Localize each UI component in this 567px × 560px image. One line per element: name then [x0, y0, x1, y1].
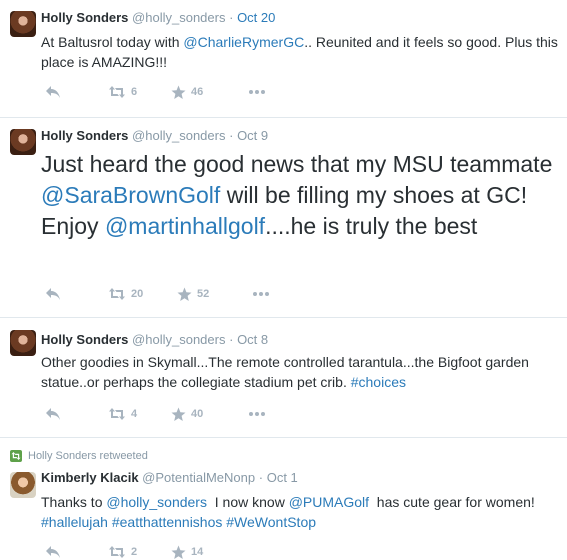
- author-name[interactable]: Holly Sonders: [41, 10, 128, 25]
- retweet-count: 20: [131, 288, 144, 300]
- separator: ·: [229, 10, 234, 25]
- retweet-icon: [109, 288, 125, 300]
- more-dots-icon: [249, 90, 265, 94]
- tweet-actions: 20 52: [41, 286, 301, 302]
- author-name[interactable]: Holly Sonders: [41, 128, 128, 143]
- reply-icon: [46, 288, 60, 300]
- hashtag-link[interactable]: #eatthattennishos: [112, 514, 223, 530]
- favorite-star-icon: [171, 407, 186, 421]
- favorite-count: 40: [191, 408, 204, 420]
- avatar[interactable]: [10, 11, 36, 37]
- tweet-actions: 2 14: [41, 544, 301, 560]
- hashtag-link[interactable]: #hallelujah: [41, 514, 108, 530]
- favorite-count: 52: [197, 288, 210, 300]
- favorite-count: 46: [191, 86, 204, 98]
- favorite-count: 14: [191, 546, 204, 558]
- more-button[interactable]: [252, 286, 270, 302]
- author-name[interactable]: Holly Sonders: [41, 332, 128, 347]
- reply-button[interactable]: [45, 84, 61, 100]
- separator: ·: [229, 332, 234, 347]
- tweet-timeline: Holly Sonders @holly_sonders · Oct 20 At…: [0, 0, 567, 559]
- retweet-count: 4: [131, 408, 138, 420]
- tweet-text: Other goodies in Skymall...The remote co…: [41, 352, 561, 392]
- timestamp-link[interactable]: Oct 20: [237, 10, 275, 25]
- mention-link[interactable]: @holly_sonders: [106, 494, 207, 510]
- text-segment: ....he is truly the best: [265, 213, 478, 239]
- favorite-star-icon: [171, 545, 186, 559]
- tweet-header: Holly Sonders @holly_sonders · Oct 9: [41, 128, 268, 143]
- favorite-button[interactable]: 52: [177, 286, 209, 302]
- author-handle[interactable]: @PotentialMeNonp: [142, 470, 255, 485]
- text-segment: At Baltusrol today with: [41, 34, 184, 50]
- retweet-context: Holly Sonders retweeted: [10, 450, 148, 462]
- text-segment: Other goodies in Skymall...The remote co…: [41, 354, 529, 390]
- reply-icon: [46, 546, 60, 558]
- tweet[interactable]: Holly Sonders @holly_sonders · Oct 8 Oth…: [0, 318, 567, 438]
- retweet-icon: [109, 546, 125, 558]
- separator: ·: [258, 470, 264, 485]
- tweet-text: Just heard the good news that my MSU tea…: [41, 149, 561, 242]
- retweet-badge-icon: [10, 450, 22, 462]
- tweet-actions: 4 40: [41, 406, 301, 422]
- avatar[interactable]: [10, 472, 36, 498]
- favorite-button[interactable]: 14: [171, 544, 203, 560]
- text-segment: has cute gear for women!: [369, 494, 539, 510]
- text-segment: I now know: [206, 494, 289, 510]
- tweet-actions: 6 46: [41, 84, 301, 100]
- mention-link[interactable]: @CharlieRymerGC: [183, 34, 304, 50]
- text-segment: Just heard the good news that my MSU tea…: [41, 151, 553, 177]
- retweet-button[interactable]: 6: [108, 84, 137, 100]
- retweet-button[interactable]: 4: [108, 406, 137, 422]
- favorite-star-icon: [177, 287, 192, 301]
- separator: ·: [229, 128, 234, 143]
- mention-link[interactable]: @martinhallgolf: [105, 213, 265, 239]
- tweet-header: Kimberly Klacik @PotentialMeNonp · Oct 1: [41, 470, 298, 485]
- mention-link[interactable]: @SaraBrownGolf: [41, 182, 220, 208]
- text-segment: Thanks to: [41, 494, 107, 510]
- favorite-button[interactable]: 40: [171, 406, 203, 422]
- retweet-count: 2: [131, 546, 138, 558]
- more-dots-icon: [249, 412, 265, 416]
- more-button[interactable]: [248, 84, 266, 100]
- more-button[interactable]: [248, 406, 266, 422]
- tweet[interactable]: Holly Sonders @holly_sonders · Oct 9 Jus…: [0, 118, 567, 318]
- tweet-text: Thanks to @holly_sonders I now know @PUM…: [41, 492, 561, 532]
- hashtag-link[interactable]: #choices: [351, 374, 406, 390]
- reply-icon: [46, 408, 60, 420]
- author-handle[interactable]: @holly_sonders: [132, 10, 225, 25]
- retweet-icon: [109, 86, 125, 98]
- author-name[interactable]: Kimberly Klacik: [41, 470, 139, 485]
- mention-link[interactable]: @PUMAGolf: [289, 494, 369, 510]
- tweet-header: Holly Sonders @holly_sonders · Oct 8: [41, 332, 268, 347]
- more-dots-icon: [253, 292, 269, 296]
- retweet-count: 6: [131, 86, 138, 98]
- retweet-button[interactable]: 20: [108, 286, 143, 302]
- timestamp-link[interactable]: Oct 8: [237, 332, 268, 347]
- tweet-text: At Baltusrol today with @CharlieRymerGC.…: [41, 32, 561, 72]
- reply-button[interactable]: [45, 286, 61, 302]
- tweet[interactable]: Holly Sonders retweeted Kimberly Klacik …: [0, 438, 567, 559]
- retweet-icon: [109, 408, 125, 420]
- reply-icon: [46, 86, 60, 98]
- favorite-star-icon: [171, 85, 186, 99]
- timestamp-link[interactable]: Oct 1: [267, 470, 298, 485]
- reply-button[interactable]: [45, 544, 61, 560]
- tweet-header: Holly Sonders @holly_sonders · Oct 20: [41, 10, 275, 25]
- hashtag-link[interactable]: #WeWontStop: [226, 514, 316, 530]
- timestamp-link[interactable]: Oct 9: [237, 128, 268, 143]
- retweet-button[interactable]: 2: [108, 544, 137, 560]
- reply-button[interactable]: [45, 406, 61, 422]
- retweet-context-label[interactable]: Holly Sonders retweeted: [28, 450, 148, 462]
- favorite-button[interactable]: 46: [171, 84, 203, 100]
- author-handle[interactable]: @holly_sonders: [132, 128, 225, 143]
- avatar[interactable]: [10, 330, 36, 356]
- avatar[interactable]: [10, 129, 36, 155]
- author-handle[interactable]: @holly_sonders: [132, 332, 225, 347]
- tweet[interactable]: Holly Sonders @holly_sonders · Oct 20 At…: [0, 0, 567, 118]
